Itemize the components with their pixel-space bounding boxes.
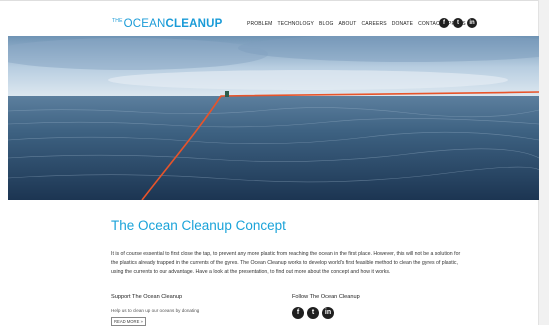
- twitter-icon[interactable]: t: [307, 307, 319, 319]
- buoy: [225, 91, 229, 97]
- cloud: [108, 70, 508, 90]
- sea: [8, 96, 539, 200]
- nav-item-donate[interactable]: DONATE: [392, 21, 413, 27]
- logo-cleanup: CLEANUP: [165, 18, 223, 30]
- support-text: Help us to clean up our oceans by donati…: [111, 308, 200, 313]
- intro-paragraph: It is of course essential to first close…: [111, 251, 461, 275]
- hero-image: [8, 36, 539, 200]
- ocean-boom-photo: [8, 36, 539, 200]
- linkedin-icon[interactable]: in: [467, 18, 477, 28]
- twitter-icon[interactable]: t: [453, 18, 463, 28]
- site-header: THEOCEANCLEANUP PROBLEM TECHNOLOGY BLOG …: [0, 12, 539, 38]
- site-logo[interactable]: THEOCEANCLEANUP: [112, 18, 223, 30]
- top-border: [0, 0, 549, 1]
- header-social-links: f t in: [439, 18, 477, 28]
- nav-item-about[interactable]: ABOUT: [339, 21, 357, 27]
- nav-item-careers[interactable]: CAREERS: [362, 21, 387, 27]
- scrollbar-track[interactable]: [538, 0, 549, 325]
- footer-social-links: f t in: [292, 307, 334, 319]
- support-heading: Support The Ocean Cleanup: [111, 294, 183, 300]
- main-nav: PROBLEM TECHNOLOGY BLOG ABOUT CAREERS DO…: [247, 21, 466, 27]
- nav-item-technology[interactable]: TECHNOLOGY: [278, 21, 315, 27]
- logo-ocean: OCEAN: [123, 18, 166, 30]
- nav-item-blog[interactable]: BLOG: [319, 21, 334, 27]
- logo-the: THE: [112, 18, 123, 24]
- linkedin-icon[interactable]: in: [322, 307, 334, 319]
- page-title: The Ocean Cleanup Concept: [111, 218, 286, 233]
- facebook-icon[interactable]: f: [439, 18, 449, 28]
- facebook-icon[interactable]: f: [292, 307, 304, 319]
- nav-item-problem[interactable]: PROBLEM: [247, 21, 273, 27]
- follow-heading: Follow The Ocean Cleanup: [292, 294, 360, 300]
